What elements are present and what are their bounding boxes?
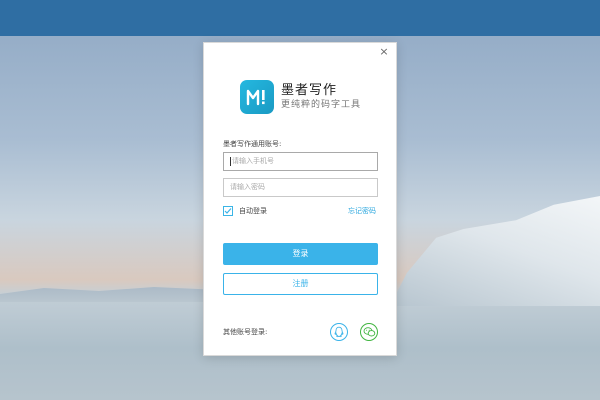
qq-icon xyxy=(334,326,344,338)
login-dialog: × 墨者写作 更纯粹的码字工具 墨者写作通用账号: 请输入手机号 请输入密码 自… xyxy=(203,42,397,356)
password-input[interactable]: 请输入密码 xyxy=(223,178,378,197)
password-placeholder: 请输入密码 xyxy=(230,183,265,191)
register-button[interactable]: 注册 xyxy=(223,273,378,295)
close-button[interactable]: × xyxy=(378,46,390,58)
app-branding: 墨者写作 更纯粹的码字工具 xyxy=(240,79,361,115)
app-slogan: 更纯粹的码字工具 xyxy=(281,100,362,110)
wechat-login-button[interactable] xyxy=(360,323,378,341)
app-logo-icon xyxy=(240,80,274,114)
auto-login-checkbox[interactable] xyxy=(223,206,233,216)
app-name: 墨者写作 xyxy=(281,83,338,98)
text-caret xyxy=(230,156,231,166)
account-label: 墨者写作通用账号: xyxy=(223,140,282,148)
auto-login-label: 自动登录 xyxy=(239,207,267,215)
background-mountain-right xyxy=(390,196,600,306)
wechat-icon xyxy=(363,327,375,337)
login-button[interactable]: 登录 xyxy=(223,243,378,265)
qq-login-button[interactable] xyxy=(330,323,348,341)
background-mountain-left xyxy=(0,287,220,302)
phone-placeholder: 请输入手机号 xyxy=(232,157,274,165)
forgot-password-link[interactable]: 忘记密码 xyxy=(348,206,376,216)
window-titlebar xyxy=(0,0,600,36)
checkmark-icon xyxy=(224,208,232,214)
phone-input[interactable]: 请输入手机号 xyxy=(223,152,378,171)
other-login-label: 其他账号登录: xyxy=(223,328,268,336)
auto-login-option[interactable]: 自动登录 xyxy=(223,206,267,216)
